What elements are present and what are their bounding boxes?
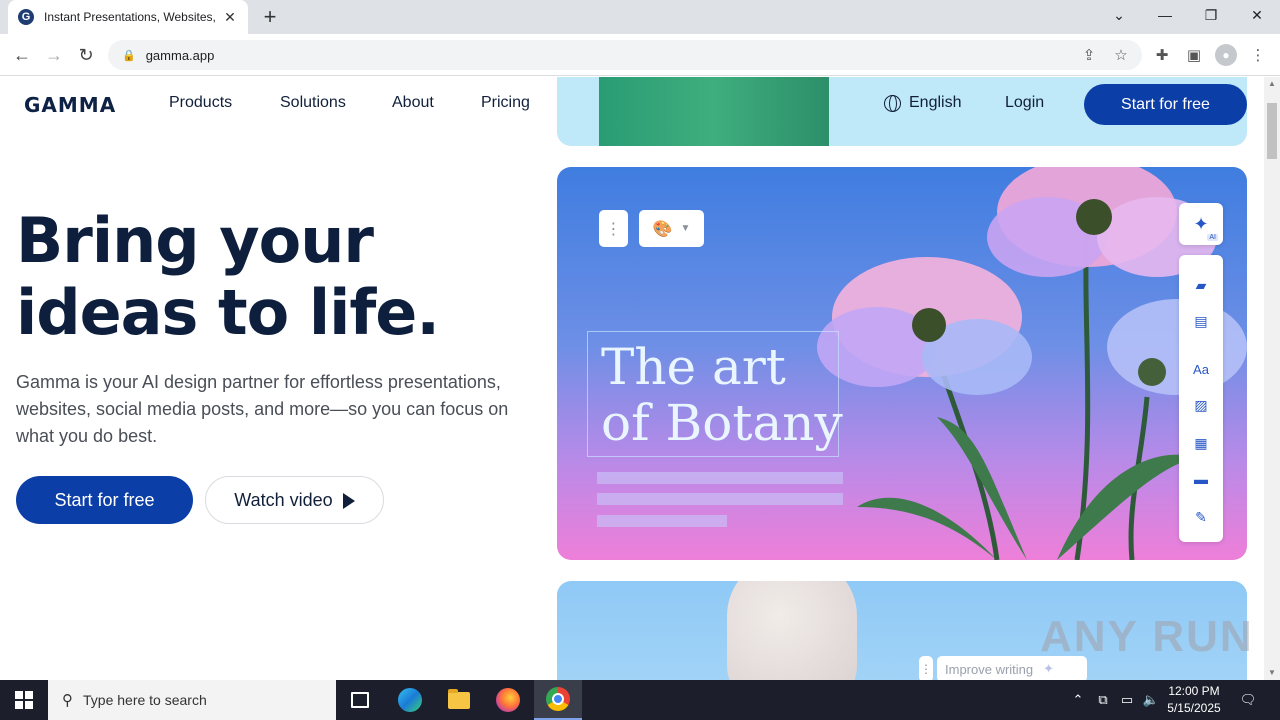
nav-about[interactable]: About [392, 94, 434, 112]
card-title-line2: of Botany [601, 394, 843, 452]
flower-leaves [857, 417, 1197, 560]
close-window-button[interactable]: ✕ [1234, 0, 1280, 30]
theme-palette-dropdown[interactable]: 🎨 ▼ [639, 210, 704, 247]
table-icon[interactable]: ▦ [1191, 433, 1211, 453]
chrome-taskbar-button[interactable] [534, 680, 582, 720]
chrome-icon [546, 687, 570, 711]
restore-button[interactable]: ❐ [1188, 0, 1234, 30]
chevron-down-icon: ▼ [680, 223, 691, 234]
card-more-menu-icon[interactable]: ⋮ [599, 210, 628, 247]
card-title: The art of Botany [601, 339, 843, 451]
windows-logo-icon [15, 691, 33, 709]
language-selector[interactable]: English [884, 94, 961, 112]
block-icon[interactable]: ▬ [1191, 469, 1211, 489]
add-card-icon[interactable]: ▰ [1191, 275, 1211, 295]
taskbar-search-box[interactable]: ⚲ Type here to search [48, 680, 336, 720]
side-panel-icon[interactable]: ▣ [1182, 43, 1206, 67]
start-for-free-nav-button[interactable]: Start for free [1084, 84, 1247, 125]
browser-toolbar: ← → ↻ 🔒 gamma.app ⇪ ☆ ✚ ▣ ● ⋮ [0, 34, 1280, 76]
clock-date: 5/15/2025 [1167, 701, 1221, 715]
lock-icon: 🔒 [122, 49, 136, 62]
showcase-card-botany: ⋮ 🎨 ▼ The art of Botany ✦ AI ▰ ▤ Aa ▨ ▦ … [557, 167, 1247, 560]
card-title-line1: The art [601, 338, 786, 396]
text-placeholder-line [597, 493, 843, 505]
new-tab-button[interactable]: + [258, 5, 282, 29]
plant-stem-image [599, 77, 829, 146]
sparkle-icon: ✦ [1043, 661, 1055, 676]
taskbar-clock[interactable]: 12:00 PM 5/15/2025 [1158, 683, 1230, 717]
hero-title-line2: ideas to life. [16, 276, 440, 349]
edge-taskbar-button[interactable] [386, 680, 434, 720]
profile-avatar-icon[interactable]: ● [1215, 44, 1237, 66]
browser-tab[interactable]: G Instant Presentations, Websites, ✕ [8, 0, 248, 34]
network-icon[interactable]: ▭ [1116, 680, 1138, 720]
address-bar[interactable]: 🔒 gamma.app ⇪ ☆ [108, 40, 1142, 70]
image-icon[interactable]: ▨ [1191, 395, 1211, 415]
text-placeholder-line [597, 515, 727, 527]
notification-icon[interactable]: 🗨 [1236, 680, 1260, 720]
page-viewport: ⋮ 🎨 ▼ The art of Botany ✦ AI ▰ ▤ Aa ▨ ▦ … [0, 77, 1264, 680]
globe-icon [884, 94, 901, 112]
improve-writing-label: Improve writing [945, 661, 1034, 677]
url-text: gamma.app [145, 47, 215, 63]
gamma-logo[interactable]: GAMMA [24, 93, 116, 117]
file-explorer-taskbar-button[interactable] [435, 680, 483, 720]
font-icon[interactable]: Aa [1191, 359, 1211, 379]
share-icon[interactable]: ⇪ [1076, 40, 1102, 70]
ai-badge: AI [1207, 234, 1218, 241]
forward-button[interactable]: → [42, 43, 66, 67]
nav-pricing[interactable]: Pricing [481, 94, 530, 112]
scroll-down-arrow-icon[interactable]: ▼ [1264, 666, 1280, 680]
edit-icon[interactable]: ✎ [1191, 507, 1211, 527]
ai-sparkle-button[interactable]: ✦ AI [1179, 203, 1223, 245]
play-icon [342, 493, 355, 509]
firefox-taskbar-button[interactable] [484, 680, 532, 720]
windows-taskbar: ⚲ Type here to search ⌃ ⧉ ▭ 🔈 12:00 PM 5… [0, 680, 1280, 720]
watch-video-label: Watch video [234, 489, 333, 510]
login-link[interactable]: Login [1005, 94, 1044, 112]
cloud-sculpture-image [727, 581, 857, 680]
minimize-button[interactable]: — [1142, 0, 1188, 30]
back-button[interactable]: ← [10, 43, 34, 67]
task-view-icon [351, 692, 369, 708]
task-view-button[interactable] [336, 680, 384, 720]
folder-icon [448, 688, 470, 709]
edge-icon [398, 688, 422, 712]
start-button[interactable] [0, 680, 48, 720]
bookmark-star-icon[interactable]: ☆ [1108, 40, 1134, 70]
hero-title-line1: Bring your [16, 204, 374, 277]
search-icon: ⚲ [62, 692, 73, 709]
sparkle-icon: ✦ [1193, 213, 1209, 234]
hero-subtitle: Gamma is your AI design partner for effo… [16, 372, 509, 446]
tray-device-icon[interactable]: ⧉ [1092, 680, 1114, 720]
start-for-free-button[interactable]: Start for free [16, 476, 193, 524]
nav-products[interactable]: Products [169, 94, 232, 112]
gamma-favicon-icon: G [18, 9, 34, 25]
card-side-toolbar: ▰ ▤ Aa ▨ ▦ ▬ ✎ [1179, 255, 1223, 542]
close-tab-icon[interactable]: ✕ [222, 9, 238, 26]
tray-chevron-up-icon[interactable]: ⌃ [1068, 680, 1088, 720]
browser-tab-strip: G Instant Presentations, Websites, ✕ + ⌄… [0, 0, 1280, 34]
hero-title: Bring your ideas to life. [16, 205, 536, 349]
firefox-icon [496, 688, 520, 712]
search-placeholder: Type here to search [83, 692, 207, 708]
language-label: English [909, 94, 962, 111]
watch-video-button[interactable]: Watch video [205, 476, 384, 524]
clock-time: 12:00 PM [1168, 684, 1220, 698]
layout-icon[interactable]: ▤ [1191, 311, 1211, 331]
nav-solutions[interactable]: Solutions [280, 94, 346, 112]
palette-icon: 🎨 [652, 220, 673, 238]
scrollbar-thumb[interactable] [1267, 103, 1277, 159]
reload-button[interactable]: ↻ [74, 43, 98, 67]
tab-title: Instant Presentations, Websites, [44, 10, 216, 24]
text-placeholder-line [597, 472, 843, 484]
extensions-puzzle-icon[interactable]: ✚ [1150, 43, 1174, 67]
page-scrollbar[interactable]: ▲ ▼ [1264, 77, 1280, 680]
scroll-up-arrow-icon[interactable]: ▲ [1264, 77, 1280, 91]
browser-menu-icon[interactable]: ⋮ [1246, 43, 1270, 67]
tab-search-chevron-icon[interactable]: ⌄ [1096, 0, 1142, 30]
drag-handle-icon[interactable]: ⋮ [919, 656, 933, 680]
anyrun-watermark: ANY RUN [1040, 612, 1254, 661]
